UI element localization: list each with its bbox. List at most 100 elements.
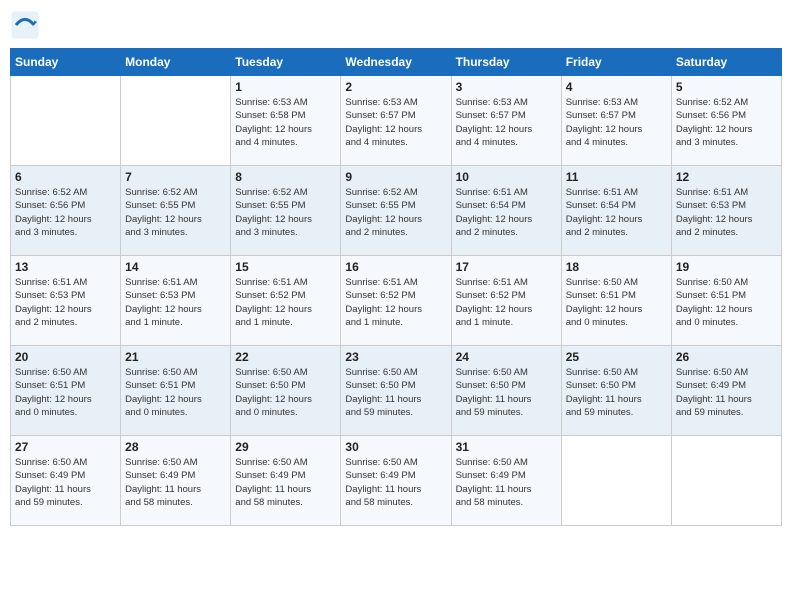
logo — [10, 10, 44, 40]
calendar-cell: 24Sunrise: 6:50 AM Sunset: 6:50 PM Dayli… — [451, 346, 561, 436]
day-number: 26 — [676, 350, 777, 364]
day-number: 25 — [566, 350, 667, 364]
day-number: 23 — [345, 350, 446, 364]
page-header — [10, 10, 782, 40]
calendar-cell: 8 Sunrise: 6:52 AM Sunset: 6:55 PM Daylig… — [231, 166, 341, 256]
calendar-cell: 28 Sunrise: 6:50 AM Sunset: 6:49 PM Dayli… — [121, 436, 231, 526]
header-friday: Friday — [561, 49, 671, 76]
day-detail: Sunrise: 6:51 AM Sunset: 6:52 PM Dayligh… — [235, 276, 336, 329]
day-detail: Sunrise: 6:52 AM Sunset: 6:55 PM Dayligh… — [345, 186, 446, 239]
calendar-week-4: 20 Sunrise: 6:50 AM Sunset: 6:51 PM Dayli… — [11, 346, 782, 436]
calendar-cell: 10 Sunrise: 6:51 AM Sunset: 6:54 PM Dayli… — [451, 166, 561, 256]
day-detail: Sunrise: 6:52 AM Sunset: 6:55 PM Dayligh… — [125, 186, 226, 239]
calendar-cell: 31Sunrise: 6:50 AM Sunset: 6:49 PM Dayli… — [451, 436, 561, 526]
calendar-cell: 1 Sunrise: 6:53 AM Sunset: 6:58 PM Daylig… — [231, 76, 341, 166]
header-sunday: Sunday — [11, 49, 121, 76]
header-thursday: Thursday — [451, 49, 561, 76]
calendar-cell: 4 Sunrise: 6:53 AM Sunset: 6:57 PM Daylig… — [561, 76, 671, 166]
day-detail: Sunrise: 6:51 AM Sunset: 6:53 PM Dayligh… — [676, 186, 777, 239]
header-wednesday: Wednesday — [341, 49, 451, 76]
day-detail: Sunrise: 6:50 AM Sunset: 6:51 PM Dayligh… — [566, 276, 667, 329]
calendar-cell — [11, 76, 121, 166]
calendar-cell: 3 Sunrise: 6:53 AM Sunset: 6:57 PM Daylig… — [451, 76, 561, 166]
calendar-cell: 11 Sunrise: 6:51 AM Sunset: 6:54 PM Dayli… — [561, 166, 671, 256]
day-detail: Sunrise: 6:52 AM Sunset: 6:56 PM Dayligh… — [676, 96, 777, 149]
calendar-table: SundayMondayTuesdayWednesdayThursdayFrid… — [10, 48, 782, 526]
header-saturday: Saturday — [671, 49, 781, 76]
day-number: 17 — [456, 260, 557, 274]
header-monday: Monday — [121, 49, 231, 76]
calendar-cell: 29 Sunrise: 6:50 AM Sunset: 6:49 PM Dayli… — [231, 436, 341, 526]
day-detail: Sunrise: 6:52 AM Sunset: 6:56 PM Dayligh… — [15, 186, 116, 239]
calendar-cell: 16Sunrise: 6:51 AM Sunset: 6:52 PM Dayli… — [341, 256, 451, 346]
day-number: 10 — [456, 170, 557, 184]
calendar-week-1: 1 Sunrise: 6:53 AM Sunset: 6:58 PM Daylig… — [11, 76, 782, 166]
day-number: 6 — [15, 170, 116, 184]
day-number: 9 — [345, 170, 446, 184]
day-detail: Sunrise: 6:51 AM Sunset: 6:54 PM Dayligh… — [566, 186, 667, 239]
day-number: 15 — [235, 260, 336, 274]
calendar-cell: 14 Sunrise: 6:51 AM Sunset: 6:53 PM Dayli… — [121, 256, 231, 346]
day-number: 11 — [566, 170, 667, 184]
day-detail: Sunrise: 6:51 AM Sunset: 6:52 PM Dayligh… — [456, 276, 557, 329]
day-detail: Sunrise: 6:50 AM Sunset: 6:49 PM Dayligh… — [235, 456, 336, 509]
day-detail: Sunrise: 6:50 AM Sunset: 6:49 PM Dayligh… — [676, 366, 777, 419]
day-detail: Sunrise: 6:51 AM Sunset: 6:54 PM Dayligh… — [456, 186, 557, 239]
day-number: 16 — [345, 260, 446, 274]
calendar-week-3: 13 Sunrise: 6:51 AM Sunset: 6:53 PM Dayli… — [11, 256, 782, 346]
calendar-cell: 17 Sunrise: 6:51 AM Sunset: 6:52 PM Dayli… — [451, 256, 561, 346]
day-detail: Sunrise: 6:50 AM Sunset: 6:51 PM Dayligh… — [15, 366, 116, 419]
calendar-cell: 7 Sunrise: 6:52 AM Sunset: 6:55 PM Daylig… — [121, 166, 231, 256]
calendar-cell: 9 Sunrise: 6:52 AM Sunset: 6:55 PM Daylig… — [341, 166, 451, 256]
calendar-cell: 19 Sunrise: 6:50 AM Sunset: 6:51 PM Dayli… — [671, 256, 781, 346]
day-number: 31 — [456, 440, 557, 454]
day-number: 13 — [15, 260, 116, 274]
calendar-cell: 15 Sunrise: 6:51 AM Sunset: 6:52 PM Dayli… — [231, 256, 341, 346]
day-detail: Sunrise: 6:52 AM Sunset: 6:55 PM Dayligh… — [235, 186, 336, 239]
day-number: 27 — [15, 440, 116, 454]
day-number: 29 — [235, 440, 336, 454]
calendar-cell: 26 Sunrise: 6:50 AM Sunset: 6:49 PM Dayli… — [671, 346, 781, 436]
day-detail: Sunrise: 6:50 AM Sunset: 6:51 PM Dayligh… — [125, 366, 226, 419]
calendar-cell — [121, 76, 231, 166]
day-number: 8 — [235, 170, 336, 184]
calendar-cell — [561, 436, 671, 526]
calendar-cell: 18Sunrise: 6:50 AM Sunset: 6:51 PM Dayli… — [561, 256, 671, 346]
day-number: 21 — [125, 350, 226, 364]
calendar-cell: 13 Sunrise: 6:51 AM Sunset: 6:53 PM Dayli… — [11, 256, 121, 346]
calendar-cell: 22 Sunrise: 6:50 AM Sunset: 6:50 PM Dayli… — [231, 346, 341, 436]
calendar-cell: 2Sunrise: 6:53 AM Sunset: 6:57 PM Daylig… — [341, 76, 451, 166]
calendar-week-2: 6 Sunrise: 6:52 AM Sunset: 6:56 PM Daylig… — [11, 166, 782, 256]
calendar-cell: 27 Sunrise: 6:50 AM Sunset: 6:49 PM Dayli… — [11, 436, 121, 526]
calendar-cell: 30 Sunrise: 6:50 AM Sunset: 6:49 PM Dayli… — [341, 436, 451, 526]
day-detail: Sunrise: 6:50 AM Sunset: 6:50 PM Dayligh… — [345, 366, 446, 419]
day-detail: Sunrise: 6:51 AM Sunset: 6:53 PM Dayligh… — [15, 276, 116, 329]
logo-icon — [10, 10, 40, 40]
calendar-cell: 12Sunrise: 6:51 AM Sunset: 6:53 PM Dayli… — [671, 166, 781, 256]
day-number: 14 — [125, 260, 226, 274]
day-number: 1 — [235, 80, 336, 94]
day-number: 24 — [456, 350, 557, 364]
day-detail: Sunrise: 6:50 AM Sunset: 6:50 PM Dayligh… — [235, 366, 336, 419]
calendar-cell: 21 Sunrise: 6:50 AM Sunset: 6:51 PM Dayli… — [121, 346, 231, 436]
day-number: 3 — [456, 80, 557, 94]
day-detail: Sunrise: 6:50 AM Sunset: 6:50 PM Dayligh… — [566, 366, 667, 419]
day-detail: Sunrise: 6:53 AM Sunset: 6:58 PM Dayligh… — [235, 96, 336, 149]
day-number: 28 — [125, 440, 226, 454]
header-tuesday: Tuesday — [231, 49, 341, 76]
day-detail: Sunrise: 6:53 AM Sunset: 6:57 PM Dayligh… — [566, 96, 667, 149]
day-number: 2 — [345, 80, 446, 94]
day-detail: Sunrise: 6:50 AM Sunset: 6:49 PM Dayligh… — [15, 456, 116, 509]
day-number: 19 — [676, 260, 777, 274]
day-number: 20 — [15, 350, 116, 364]
day-number: 22 — [235, 350, 336, 364]
calendar-header-row: SundayMondayTuesdayWednesdayThursdayFrid… — [11, 49, 782, 76]
day-number: 4 — [566, 80, 667, 94]
day-detail: Sunrise: 6:51 AM Sunset: 6:53 PM Dayligh… — [125, 276, 226, 329]
day-detail: Sunrise: 6:50 AM Sunset: 6:51 PM Dayligh… — [676, 276, 777, 329]
day-detail: Sunrise: 6:50 AM Sunset: 6:49 PM Dayligh… — [345, 456, 446, 509]
day-number: 7 — [125, 170, 226, 184]
day-detail: Sunrise: 6:50 AM Sunset: 6:49 PM Dayligh… — [125, 456, 226, 509]
day-number: 30 — [345, 440, 446, 454]
day-detail: Sunrise: 6:53 AM Sunset: 6:57 PM Dayligh… — [456, 96, 557, 149]
